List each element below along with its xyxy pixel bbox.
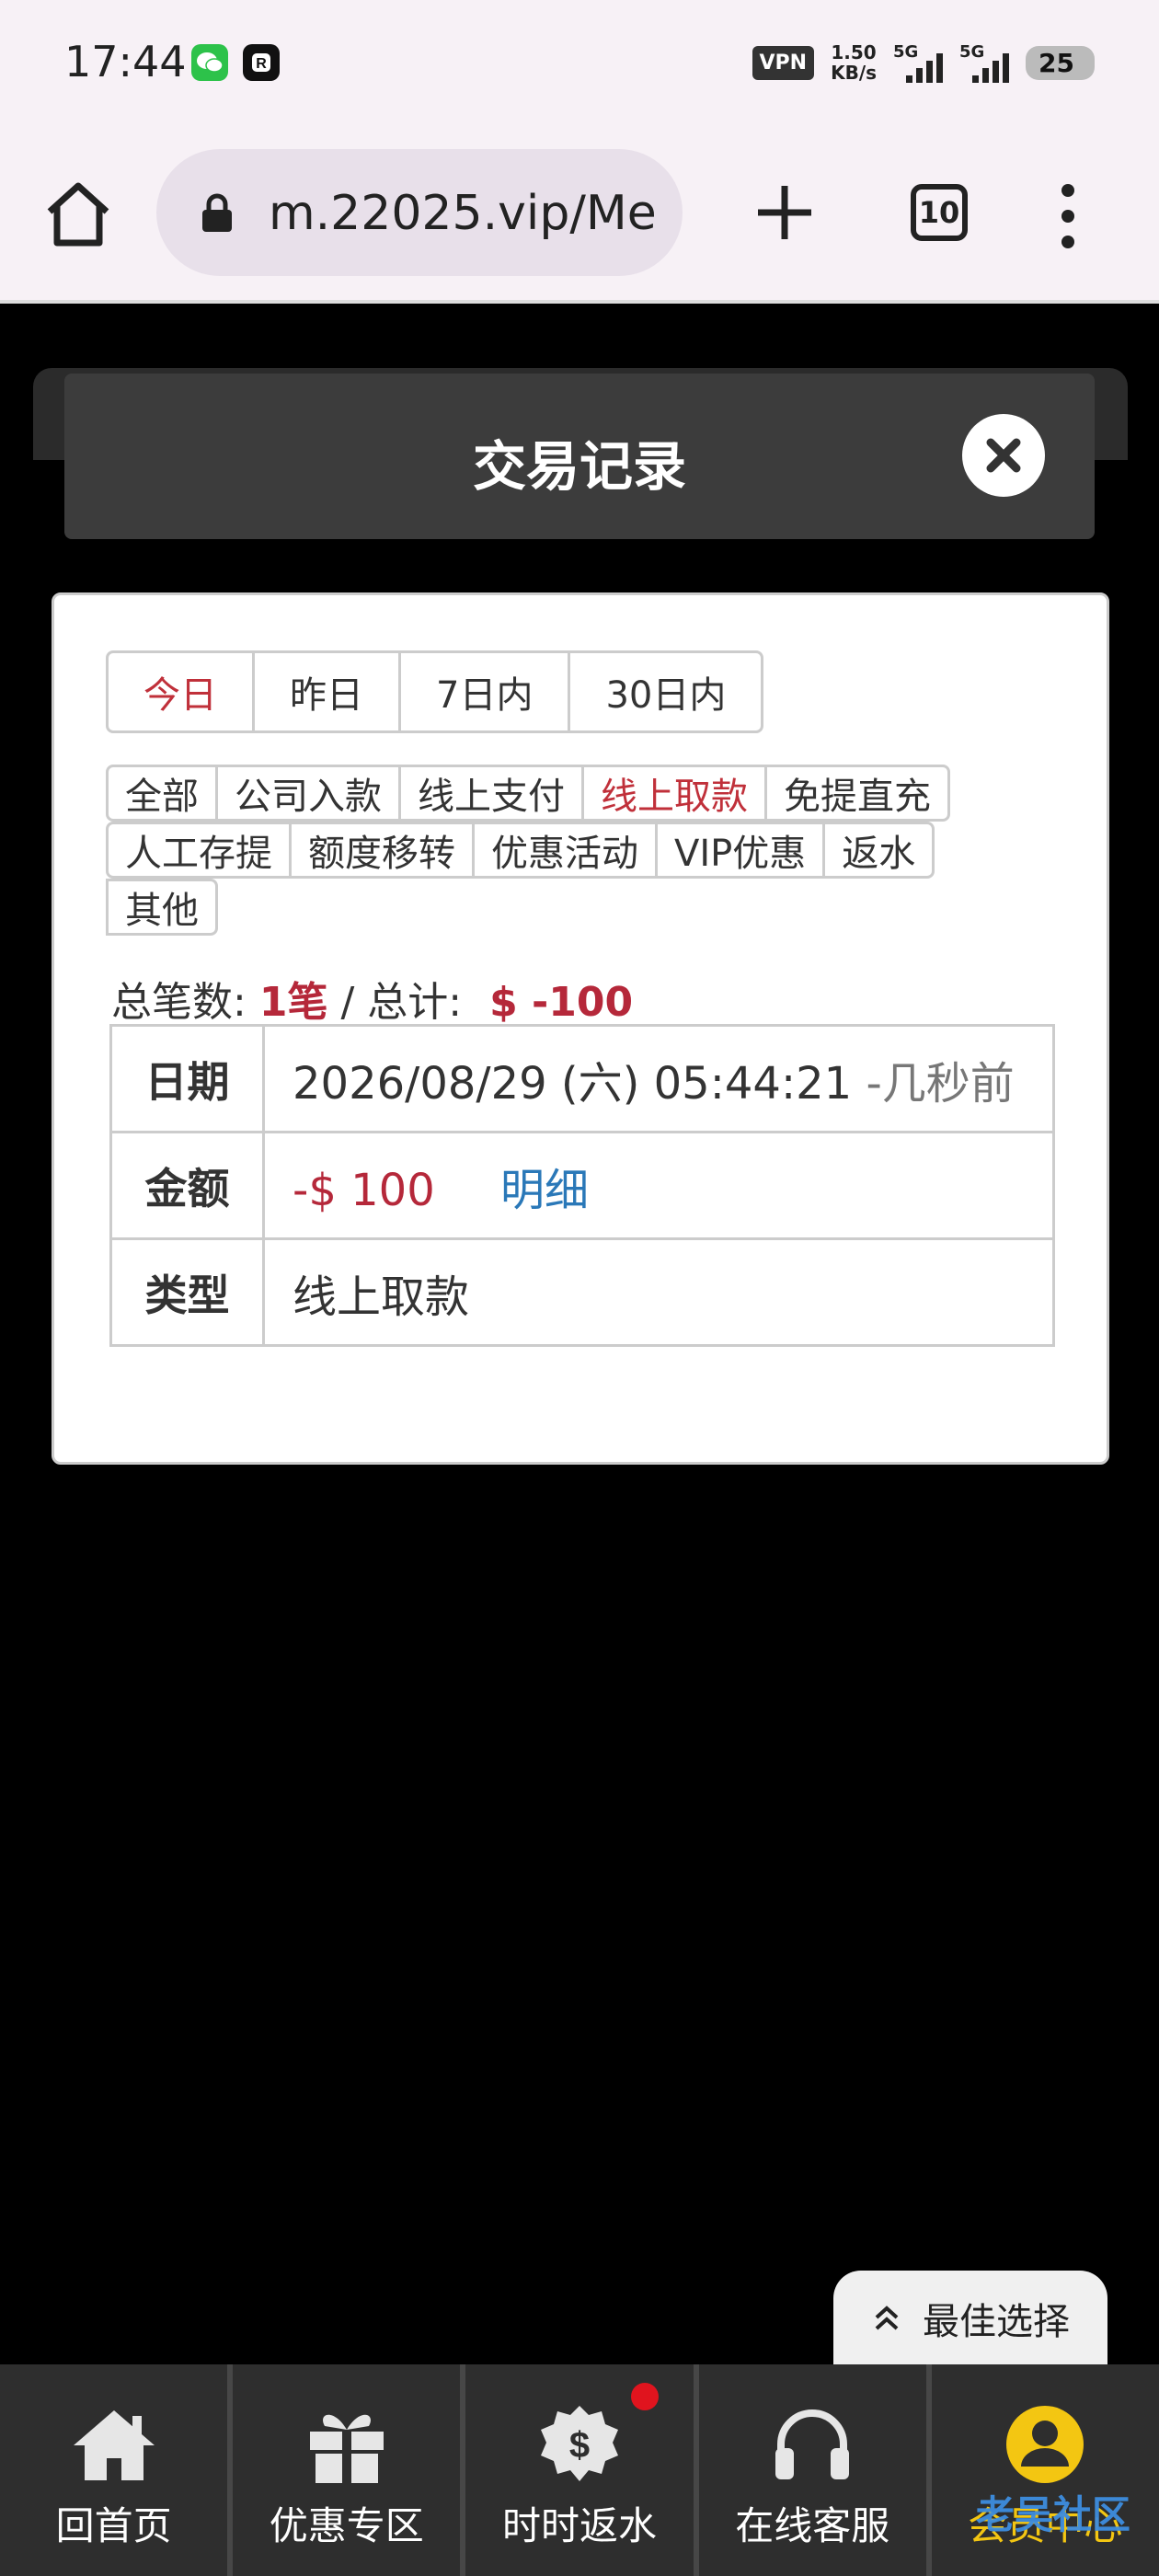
url-text: m.22025.vip/Me: [269, 186, 657, 241]
browser-toolbar: m.22025.vip/Me 10: [0, 120, 1159, 304]
summary-separator: /: [340, 979, 355, 1026]
chevron-up-icon: [875, 2306, 899, 2330]
home-outline-icon: [47, 182, 109, 247]
tab-switcher-button[interactable]: 10: [911, 184, 968, 241]
nav-member[interactable]: 会员中心 老吴社区: [932, 2364, 1159, 2576]
nav-support[interactable]: 在线客服: [699, 2364, 932, 2576]
type-vip-bonus[interactable]: VIP优惠: [655, 822, 826, 879]
nav-promotions-label: 优惠专区: [269, 2503, 424, 2548]
watermark-logo: 老吴社区: [975, 2492, 1130, 2537]
type-value: 线上取款: [262, 1237, 1055, 1347]
dot-icon: [1061, 236, 1074, 248]
dot-icon: [1061, 210, 1074, 223]
status-indicators: VPN 1.50 KB/s 5G 5G 25: [752, 37, 1095, 88]
status-bar: 17:44 R VPN 1.50 KB/s 5G 5G 25: [0, 0, 1159, 120]
date-value: 2026/08/29 (六) 05:44:21: [293, 1057, 853, 1110]
type-rebate[interactable]: 返水: [822, 822, 935, 879]
total-label: 总计:: [367, 979, 463, 1026]
table-row: 日期 2026/08/29 (六) 05:44:21 -几秒前: [109, 1024, 1055, 1133]
status-time: 17:44: [64, 37, 187, 86]
nav-support-label: 在线客服: [735, 2503, 890, 2548]
nav-home[interactable]: 回首页: [0, 2364, 234, 2576]
notification-dot: [631, 2383, 660, 2410]
svg-text:R: R: [256, 56, 267, 72]
close-button[interactable]: [962, 414, 1045, 497]
record-table: 日期 2026/08/29 (六) 05:44:21 -几秒前 金额 -$ 10…: [109, 1024, 1055, 1347]
vpn-badge: VPN: [752, 45, 815, 80]
type-direct-recharge[interactable]: 免提直充: [764, 765, 950, 822]
amount-label: 金额: [109, 1131, 265, 1240]
type-filter-row-3: 其他: [106, 879, 218, 936]
table-row: 类型 线上取款: [109, 1237, 1055, 1347]
type-promotion[interactable]: 优惠活动: [472, 822, 658, 879]
close-icon: [986, 438, 1021, 473]
detail-link[interactable]: 明细: [500, 1165, 589, 1216]
type-manual-deposit[interactable]: 人工存提: [106, 822, 292, 879]
type-credit-transfer[interactable]: 额度移转: [289, 822, 475, 879]
date-relative: -几秒前: [866, 1057, 1015, 1110]
tab-yesterday[interactable]: 昨日: [255, 653, 401, 730]
browser-menu-button[interactable]: [1045, 184, 1091, 248]
type-filter-row-2: 人工存提 额度移转 优惠活动 VIP优惠 返水: [106, 822, 935, 879]
date-label: 日期: [109, 1024, 265, 1133]
signal-2-label: 5G: [959, 42, 985, 62]
type-online-withdrawal[interactable]: 线上取款: [581, 765, 767, 822]
battery-indicator: 25: [1026, 45, 1095, 80]
speed-unit: KB/s: [831, 62, 878, 84]
r-app-icon: R: [243, 44, 280, 81]
best-choice-label: 最佳选择: [923, 2301, 1070, 2343]
tab-today[interactable]: 今日: [109, 653, 255, 730]
type-label: 类型: [109, 1237, 265, 1347]
type-all[interactable]: 全部: [106, 765, 218, 822]
nav-rebate[interactable]: $ 时时返水: [465, 2364, 699, 2576]
signal-1-label: 5G: [893, 42, 919, 62]
svg-text:$: $: [569, 2425, 590, 2466]
lock-icon: [202, 193, 232, 232]
bottom-navigation: 回首页 优惠专区 $ 时时返水 在线客服 会员中心 老吴社区: [0, 2364, 1159, 2576]
date-cell: 2026/08/29 (六) 05:44:21 -几秒前: [262, 1024, 1055, 1133]
dot-icon: [1061, 184, 1074, 197]
date-filter-tabs: 今日 昨日 7日内 30日内: [106, 650, 764, 733]
table-row: 金额 -$ 100 明细: [109, 1131, 1055, 1240]
count-label: 总笔数:: [111, 979, 247, 1026]
amount-cell: -$ 100 明细: [262, 1131, 1055, 1240]
type-company-deposit[interactable]: 公司入款: [215, 765, 401, 822]
type-filter-row-1: 全部 公司入款 线上支付 线上取款 免提直充: [106, 765, 950, 822]
summary-line: 总笔数: 1笔 / 总计: $ -100: [111, 969, 633, 1028]
type-online-payment[interactable]: 线上支付: [398, 765, 584, 822]
nav-promotions[interactable]: 优惠专区: [233, 2364, 466, 2576]
address-bar[interactable]: m.22025.vip/Me: [156, 149, 683, 276]
home-icon: [68, 2403, 160, 2486]
speed-value: 1.50: [831, 41, 877, 63]
modal-header: 交易记录: [64, 374, 1095, 539]
modal-title: 交易记录: [472, 435, 686, 498]
user-circle-icon: [999, 2403, 1091, 2486]
type-other[interactable]: 其他: [106, 879, 218, 936]
transaction-panel: 今日 昨日 7日内 30日内 全部 公司入款 线上支付 线上取款 免提直充 人工…: [52, 592, 1109, 1465]
headset-icon: [766, 2403, 858, 2486]
nav-rebate-label: 时时返水: [502, 2503, 658, 2548]
gift-icon: [301, 2403, 393, 2486]
tab-30-days[interactable]: 30日内: [570, 653, 761, 730]
plus-icon: [758, 186, 811, 239]
total-value: $ -100: [489, 979, 634, 1026]
nav-home-label: 回首页: [55, 2503, 172, 2548]
network-speed: 1.50 KB/s: [831, 42, 877, 83]
signal-icon-2: 5G: [959, 42, 1010, 83]
new-tab-button[interactable]: [743, 171, 826, 254]
tab-7-days[interactable]: 7日内: [401, 653, 571, 730]
best-choice-button[interactable]: 最佳选择: [833, 2271, 1107, 2366]
amount-value: -$ 100: [293, 1164, 435, 1216]
browser-home-button[interactable]: [37, 173, 120, 256]
wechat-icon: [191, 44, 228, 81]
dollar-badge-icon: $: [534, 2403, 625, 2486]
count-value: 1笔: [258, 979, 328, 1026]
signal-icon-1: 5G: [893, 42, 944, 83]
